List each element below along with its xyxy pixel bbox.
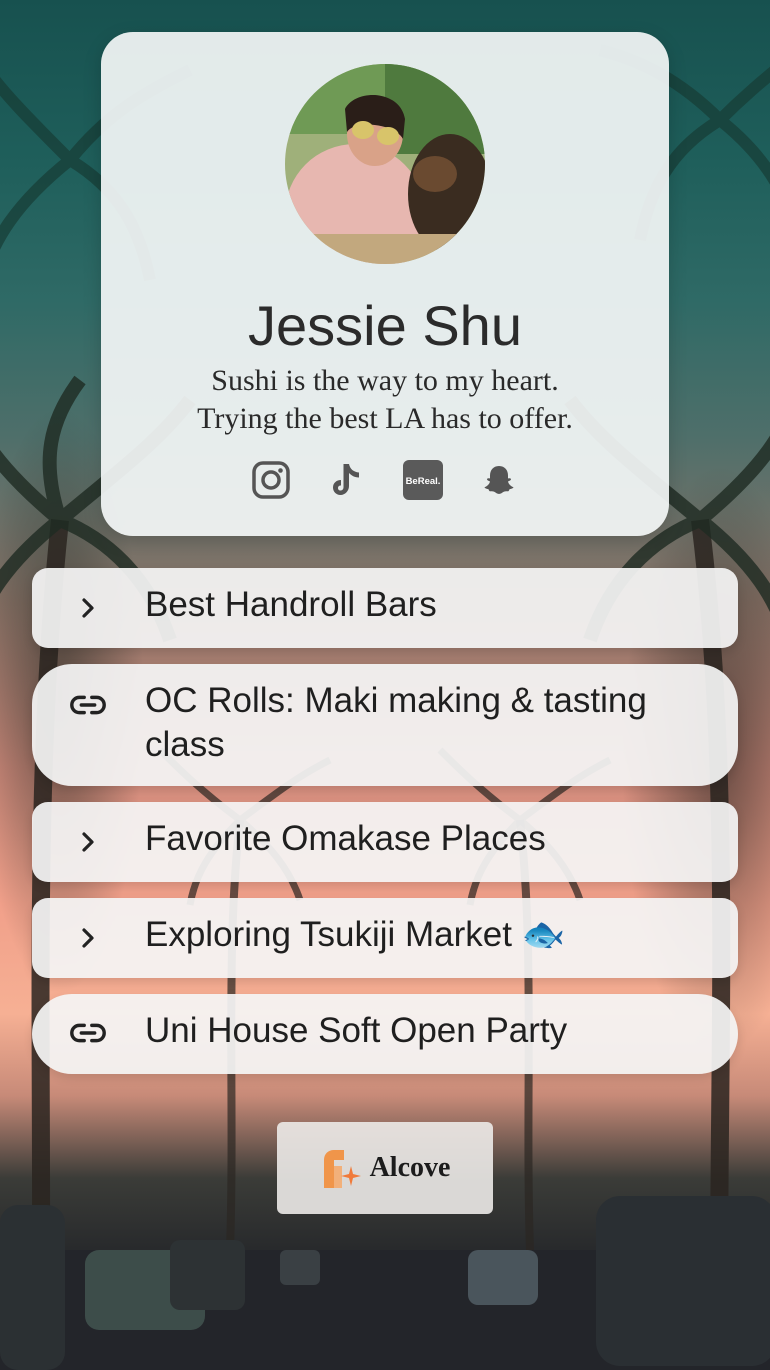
alcove-wordmark: Alcove — [369, 1152, 451, 1183]
chevron-right-icon — [68, 822, 108, 862]
instagram-icon — [252, 461, 290, 499]
bio-line: Trying the best LA has to offer. — [197, 402, 573, 435]
link-tsukiji-market[interactable]: Exploring Tsukiji Market 🐟 — [32, 898, 738, 978]
instagram-link[interactable] — [251, 460, 291, 500]
bereal-link[interactable]: BeReal. — [403, 460, 443, 500]
bio-line: Sushi is the way to my heart. — [211, 364, 559, 397]
link-best-handroll-bars[interactable]: Best Handroll Bars — [32, 568, 738, 648]
link-favorite-omakase[interactable]: Favorite Omakase Places — [32, 802, 738, 882]
tiktok-link[interactable] — [327, 460, 367, 500]
tiktok-icon — [333, 464, 359, 495]
profile-bio: Sushi is the way to my heart. Trying the… — [101, 362, 669, 438]
profile-card: Jessie Shu Sushi is the way to my heart.… — [101, 32, 669, 536]
snapchat-icon — [484, 466, 514, 494]
link-label: Favorite Omakase Places — [145, 819, 546, 858]
avatar[interactable] — [285, 64, 485, 264]
bereal-text: BeReal. — [406, 476, 441, 487]
link-uni-house-party[interactable]: Uni House Soft Open Party — [32, 994, 738, 1074]
alcove-logo-icon — [323, 1150, 361, 1188]
alcove-badge[interactable]: Alcove — [277, 1122, 493, 1214]
link-label: Uni House Soft Open Party — [145, 1011, 568, 1050]
avatar-photo — [285, 64, 485, 264]
chevron-right-icon — [68, 588, 108, 628]
link-label: Exploring Tsukiji Market 🐟 — [145, 915, 566, 954]
profile-name: Jessie Shu — [248, 294, 522, 357]
social-links: BeReal. — [101, 460, 669, 500]
link-label: OC Rolls: Maki making & tasting class — [145, 681, 647, 764]
link-icon — [68, 685, 108, 725]
link-oc-rolls-class[interactable]: OC Rolls: Maki making & tasting class — [32, 664, 738, 786]
snapchat-link[interactable] — [479, 460, 519, 500]
link-label: Best Handroll Bars — [145, 585, 437, 624]
chevron-right-icon — [68, 918, 108, 958]
bereal-icon: BeReal. — [403, 460, 443, 500]
link-icon — [68, 1013, 108, 1053]
